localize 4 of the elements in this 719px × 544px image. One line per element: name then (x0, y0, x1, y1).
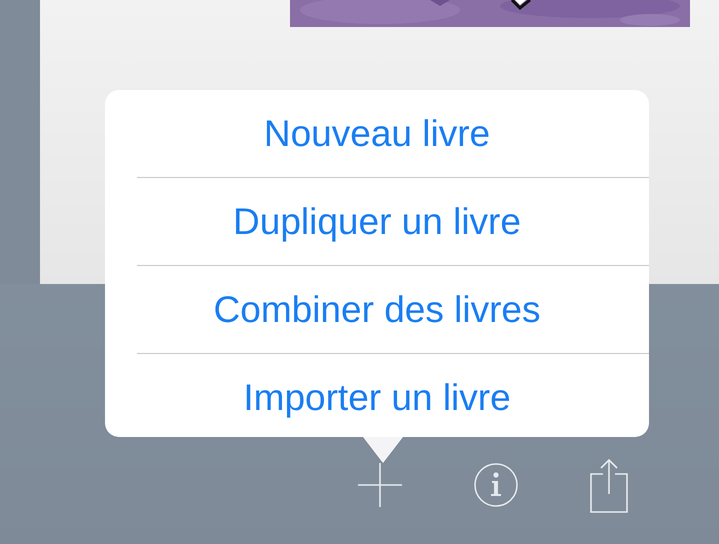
menu-item[interactable]: Combiner des livres (214, 288, 540, 330)
menu-item[interactable]: Importer un livre (243, 376, 511, 418)
menu-item[interactable]: Nouveau livre (264, 112, 490, 154)
menu-item[interactable]: Dupliquer un livre (233, 200, 521, 242)
